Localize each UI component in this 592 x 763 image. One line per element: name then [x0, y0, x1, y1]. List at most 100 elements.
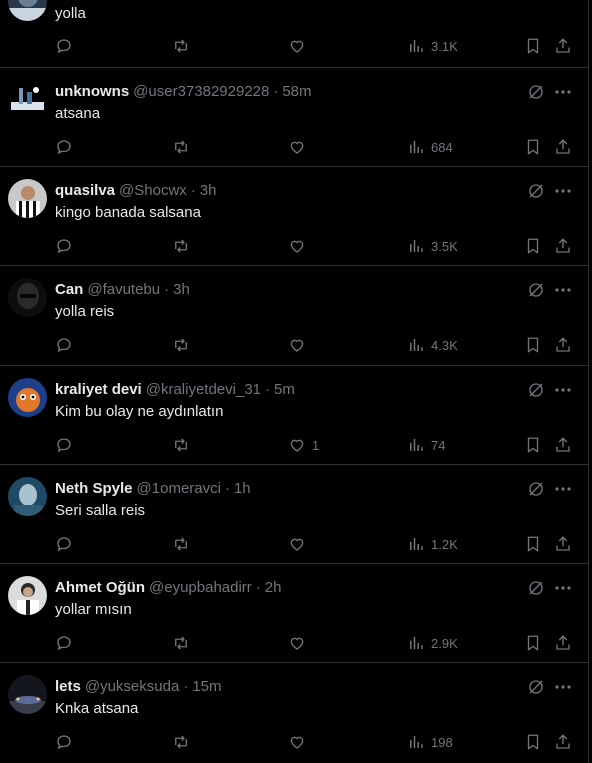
share-button[interactable]: [554, 236, 572, 256]
author-name[interactable]: unknowns: [55, 83, 129, 100]
repost-button[interactable]: [172, 534, 190, 554]
tweet[interactable]: Neth Spyle @1omeravci · 1h Seri salla reis …: [0, 465, 589, 564]
grok-icon[interactable]: [527, 480, 545, 498]
tweet[interactable]: kraliyet devi @kraliyetdevi_31 · 5m Kim bu …: [0, 366, 589, 465]
share-button[interactable]: [554, 36, 572, 56]
author-handle[interactable]: @Shocwx: [119, 182, 187, 199]
avatar[interactable]: [8, 278, 47, 317]
avatar[interactable]: [8, 576, 47, 615]
tweet[interactable]: lets @yukseksuda · 15m Knka atsana 198: [0, 663, 589, 763]
views-button[interactable]: 74: [407, 435, 445, 455]
author-name[interactable]: Neth Spyle: [55, 480, 133, 497]
like-button[interactable]: [288, 732, 306, 752]
more-options-icon[interactable]: [553, 281, 573, 299]
share-button[interactable]: [554, 435, 572, 455]
author-handle[interactable]: @eyupbahadirr: [149, 579, 252, 596]
author-name[interactable]: kraliyet devi: [55, 381, 142, 398]
avatar[interactable]: [8, 179, 47, 218]
views-button[interactable]: 1.2K: [407, 534, 458, 554]
author-name[interactable]: quasilva: [55, 182, 115, 199]
bookmark-button[interactable]: [524, 732, 542, 752]
views-button[interactable]: 4.3K: [407, 335, 458, 355]
tweet-time[interactable]: 2h: [265, 579, 282, 596]
share-button[interactable]: [554, 137, 572, 157]
author-handle[interactable]: @user37382929228: [133, 83, 269, 100]
more-options-icon[interactable]: [553, 480, 573, 498]
views-button[interactable]: 684: [407, 137, 453, 157]
tweet-time[interactable]: 5m: [274, 381, 295, 398]
bookmark-button[interactable]: [524, 36, 542, 56]
bookmark-button[interactable]: [524, 335, 542, 355]
grok-icon[interactable]: [527, 83, 545, 101]
avatar[interactable]: [8, 0, 47, 21]
tweet[interactable]: Ahmet Oğün @eyupbahadirr · 2h yollar mısın …: [0, 564, 589, 663]
like-button[interactable]: [288, 36, 306, 56]
repost-button[interactable]: [172, 236, 190, 256]
like-button[interactable]: 1: [288, 435, 319, 455]
more-options-icon[interactable]: [553, 579, 573, 597]
tweet-time[interactable]: 3h: [200, 182, 217, 199]
bookmark-button[interactable]: [524, 435, 542, 455]
reply-button[interactable]: [55, 435, 73, 455]
author-name[interactable]: Can: [55, 281, 83, 298]
tweet-time[interactable]: 15m: [192, 678, 221, 695]
tweet-time[interactable]: 1h: [234, 480, 251, 497]
like-button[interactable]: [288, 137, 306, 157]
repost-button[interactable]: [172, 435, 190, 455]
reply-button[interactable]: [55, 633, 73, 653]
reply-button[interactable]: [55, 335, 73, 355]
more-options-icon[interactable]: [553, 83, 573, 101]
views-button[interactable]: 3.1K: [407, 36, 458, 56]
reply-button[interactable]: [55, 534, 73, 554]
reply-button[interactable]: [55, 137, 73, 157]
repost-button[interactable]: [172, 36, 190, 56]
avatar[interactable]: [8, 477, 47, 516]
like-button[interactable]: [288, 534, 306, 554]
tweet[interactable]: unknowns @user37382929228 · 58m atsana 684: [0, 68, 589, 167]
bookmark-button[interactable]: [524, 236, 542, 256]
tweet-time[interactable]: 58m: [282, 83, 311, 100]
tweet-time[interactable]: 3h: [173, 281, 190, 298]
bookmark-button[interactable]: [524, 534, 542, 554]
share-button[interactable]: [554, 633, 572, 653]
like-button[interactable]: [288, 633, 306, 653]
more-options-icon[interactable]: [553, 381, 573, 399]
views-button[interactable]: 3.5K: [407, 236, 458, 256]
repost-button[interactable]: [172, 335, 190, 355]
grok-icon[interactable]: [527, 182, 545, 200]
views-button[interactable]: 2.9K: [407, 633, 458, 653]
avatar[interactable]: [8, 80, 47, 119]
author-handle[interactable]: @kraliyetdevi_31: [146, 381, 261, 398]
more-options-icon[interactable]: [553, 678, 573, 696]
repost-button[interactable]: [172, 633, 190, 653]
repost-button[interactable]: [172, 732, 190, 752]
reply-button[interactable]: [55, 732, 73, 752]
grok-icon[interactable]: [527, 678, 545, 696]
repost-button[interactable]: [172, 137, 190, 157]
share-button[interactable]: [554, 732, 572, 752]
author-handle[interactable]: @1omeravci: [137, 480, 221, 497]
tweet[interactable]: yolla 3.1K: [0, 0, 589, 68]
tweet[interactable]: Can @favutebu · 3h yolla reis 4.3K: [0, 266, 589, 366]
bookmark-button[interactable]: [524, 137, 542, 157]
views-button[interactable]: 198: [407, 732, 453, 752]
avatar[interactable]: [8, 378, 47, 417]
bookmark-button[interactable]: [524, 633, 542, 653]
more-options-icon[interactable]: [553, 182, 573, 200]
share-button[interactable]: [554, 335, 572, 355]
author-name[interactable]: Ahmet Oğün: [55, 579, 145, 596]
grok-icon[interactable]: [527, 281, 545, 299]
share-button[interactable]: [554, 534, 572, 554]
author-name[interactable]: lets: [55, 678, 81, 695]
reply-button[interactable]: [55, 36, 73, 56]
tweet[interactable]: quasilva @Shocwx · 3h kingo banada salsana …: [0, 167, 589, 266]
grok-icon[interactable]: [527, 381, 545, 399]
like-button[interactable]: [288, 236, 306, 256]
like-button[interactable]: [288, 335, 306, 355]
analytics-icon: [410, 538, 423, 550]
avatar[interactable]: [8, 675, 47, 714]
grok-icon[interactable]: [527, 579, 545, 597]
author-handle[interactable]: @favutebu: [87, 281, 160, 298]
reply-button[interactable]: [55, 236, 73, 256]
author-handle[interactable]: @yukseksuda: [85, 678, 179, 695]
